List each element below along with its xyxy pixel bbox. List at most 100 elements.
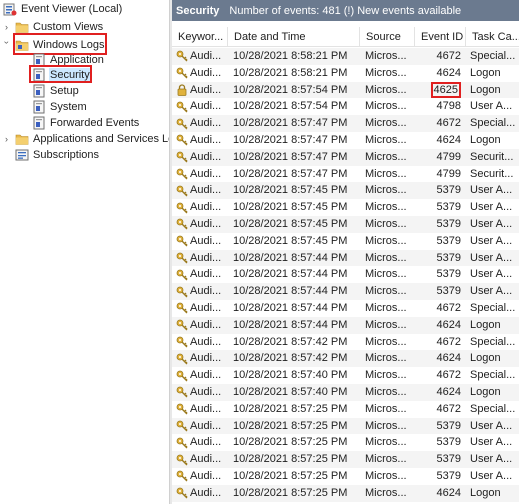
event-id: 5379 <box>436 285 461 298</box>
column-header-event-id[interactable]: Event ID <box>415 27 466 47</box>
event-source: Micros... <box>365 217 407 230</box>
event-row[interactable]: Audi... 10/28/2021 8:57:25 PM Micros... 537… <box>172 434 519 451</box>
column-header-date[interactable]: Date and Time <box>228 27 360 47</box>
event-task-category: Logon <box>470 66 501 79</box>
event-keywords: Audi... <box>190 453 222 466</box>
event-row[interactable]: Audi... 10/28/2021 8:57:45 PM Micros... 537… <box>172 215 519 233</box>
event-keywords: Audi... <box>190 301 222 314</box>
event-row[interactable]: Audi... 10/28/2021 8:57:40 PM Micros... 462… <box>172 383 519 401</box>
event-keywords-cell: Audi... <box>176 485 228 502</box>
event-id-cell: 5379 <box>417 233 461 250</box>
event-row[interactable]: Audi... 10/28/2021 8:57:25 PM Micros... 537… <box>172 417 519 435</box>
event-row[interactable]: Audi... 10/28/2021 8:57:45 PM Micros... 537… <box>172 199 519 216</box>
event-row[interactable]: Audi... 10/28/2021 8:57:44 PM Micros... 537… <box>172 266 519 283</box>
event-source: Micros... <box>365 436 407 449</box>
event-keywords: Audi... <box>190 318 222 331</box>
column-header-task-category[interactable]: Task Ca... <box>466 27 519 47</box>
event-id-cell: 5379 <box>417 451 461 468</box>
event-id-cell: 4672 <box>417 300 461 317</box>
event-row[interactable]: Audi... 10/28/2021 8:57:45 PM Micros... 537… <box>172 182 519 200</box>
event-row[interactable]: Audi... 10/28/2021 8:57:25 PM Micros... 537… <box>172 468 519 485</box>
event-task-category: User A... <box>470 100 513 113</box>
event-task-category: Special... <box>470 301 516 314</box>
event-row[interactable]: Audi... 10/28/2021 8:57:42 PM Micros... 467… <box>172 334 519 351</box>
event-keywords-cell: Audi... <box>176 317 228 334</box>
event-row[interactable]: Audi... 10/28/2021 8:57:42 PM Micros... 462… <box>172 350 519 368</box>
event-task-category: Logon <box>470 318 501 331</box>
event-task-category: User A... <box>470 453 513 466</box>
tree-node-application[interactable]: Application <box>32 52 105 68</box>
event-row[interactable]: Audi... 10/28/2021 8:57:25 PM Micros... 467… <box>172 401 519 418</box>
event-keywords: Audi... <box>190 251 222 264</box>
key-icon <box>176 403 188 415</box>
column-header-keywords[interactable]: Keywor... <box>172 27 228 47</box>
event-source: Micros... <box>365 201 407 214</box>
event-row[interactable]: Audi... 10/28/2021 8:57:54 PM Micros... 479… <box>172 98 519 115</box>
tree-label: Custom Views <box>33 21 104 33</box>
event-keywords: Audi... <box>190 436 222 449</box>
collapse-arrow-icon[interactable]: › <box>0 41 15 49</box>
tree-node-subscriptions[interactable]: Subscriptions <box>15 147 100 163</box>
event-row[interactable]: Audi... 10/28/2021 8:57:47 PM Micros... 467… <box>172 115 519 132</box>
event-id-cell: 4672 <box>417 367 461 384</box>
event-source: Micros... <box>365 453 407 466</box>
event-task-category: User A... <box>470 469 513 482</box>
event-task-category: Logon <box>470 133 501 146</box>
event-id-cell: 4624 <box>417 65 461 82</box>
event-date: 10/28/2021 8:58:21 PM <box>233 50 348 62</box>
event-row[interactable]: Audi... 10/28/2021 8:57:40 PM Micros... 467… <box>172 367 519 384</box>
event-source: Micros... <box>365 301 407 314</box>
key-icon <box>176 269 188 281</box>
key-icon <box>176 235 188 247</box>
tree-node-security[interactable]: Security <box>32 67 91 83</box>
tree-node-system[interactable]: System <box>32 99 88 115</box>
event-date: 10/28/2021 8:57:25 PM <box>233 419 348 432</box>
event-row[interactable]: Audi... 10/28/2021 8:58:21 PM Micros... 462… <box>172 65 519 82</box>
event-log-pane: Security Number of events: 481 (!) New e… <box>172 0 519 504</box>
event-row[interactable]: Audi... 10/28/2021 8:57:25 PM Micros... 537… <box>172 451 519 468</box>
event-row[interactable]: Audi... 10/28/2021 8:57:44 PM Micros... 537… <box>172 249 519 267</box>
key-icon <box>176 470 188 482</box>
expand-arrow-icon[interactable]: › <box>5 131 13 147</box>
event-id-cell: 4672 <box>417 334 461 351</box>
event-row[interactable]: Audi... 10/28/2021 8:57:47 PM Micros... 479… <box>172 148 519 166</box>
tree-node-forwarded-events[interactable]: Forwarded Events <box>32 115 140 131</box>
event-task-category: User A... <box>470 201 513 214</box>
event-row[interactable]: Audi... 10/28/2021 8:58:21 PM Micros... 467… <box>172 48 519 65</box>
tree-node-setup[interactable]: Setup <box>32 83 80 99</box>
event-row[interactable]: Audi... 10/28/2021 8:57:54 PM Micros... 462… <box>172 81 519 99</box>
expand-arrow-icon[interactable]: › <box>5 19 13 35</box>
tree-node-windows-logs[interactable]: Windows Logs <box>15 37 106 53</box>
event-date: 10/28/2021 8:57:54 PM <box>233 100 348 113</box>
event-keywords: Audi... <box>190 469 222 482</box>
tree-node-event-viewer[interactable]: Event Viewer (Local) <box>3 1 123 17</box>
event-list: Audi... 10/28/2021 8:58:21 PM Micros... 467… <box>172 48 519 502</box>
event-source: Micros... <box>365 234 407 247</box>
event-source: Micros... <box>365 402 407 415</box>
log-icon <box>32 116 46 130</box>
tree-label: System <box>50 101 87 113</box>
event-row[interactable]: Audi... 10/28/2021 8:57:44 PM Micros... 462… <box>172 316 519 334</box>
event-row[interactable]: Audi... 10/28/2021 8:57:44 PM Micros... 467… <box>172 300 519 317</box>
event-keywords: Audi... <box>190 167 222 180</box>
event-keywords: Audi... <box>190 402 222 415</box>
log-icon <box>32 53 46 67</box>
event-row[interactable]: Audi... 10/28/2021 8:57:44 PM Micros... 537… <box>172 283 519 300</box>
tree-node-custom-views[interactable]: Custom Views <box>15 19 104 35</box>
event-row[interactable]: Audi... 10/28/2021 8:57:25 PM Micros... 462… <box>172 484 519 502</box>
lock-icon <box>176 84 188 96</box>
event-row[interactable]: Audi... 10/28/2021 8:57:47 PM Micros... 462… <box>172 132 519 149</box>
tree-node-applications-services[interactable]: Applications and Services Lo <box>15 131 169 147</box>
event-row[interactable]: Audi... 10/28/2021 8:57:47 PM Micros... 479… <box>172 166 519 183</box>
event-keywords: Audi... <box>190 234 222 247</box>
event-row[interactable]: Audi... 10/28/2021 8:57:45 PM Micros... 537… <box>172 233 519 250</box>
event-id: 4624 <box>436 318 461 331</box>
event-keywords: Audi... <box>190 133 222 146</box>
event-keywords-cell: Audi... <box>176 82 228 99</box>
event-task-category: User A... <box>470 217 513 230</box>
event-task-category: Securit... <box>470 150 514 163</box>
event-id: 5379 <box>436 436 461 449</box>
event-id-cell: 5379 <box>417 216 461 233</box>
column-header-source[interactable]: Source <box>360 27 415 47</box>
event-id-highlighted: 4625 <box>430 81 461 98</box>
